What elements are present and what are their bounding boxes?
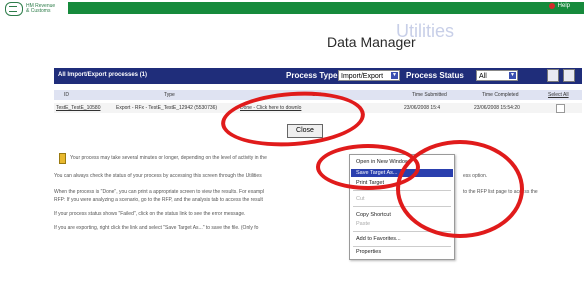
col-id: ID: [64, 92, 69, 98]
hmrc-logo: HM Revenue & Customs: [5, 1, 63, 16]
menu-add-to-favorites[interactable]: Add to Favorites...: [356, 236, 401, 242]
menu-cut[interactable]: Cut: [356, 196, 365, 202]
page-title: Data Manager: [327, 34, 416, 50]
process-type-select[interactable]: Import/Export ▼: [338, 70, 400, 81]
info-text-2: You can always check the status of your …: [54, 173, 262, 179]
top-banner: HM Revenue & Customs Help: [0, 0, 586, 17]
row-select-checkbox[interactable]: [556, 104, 565, 113]
menu-save-target-as[interactable]: Save Target As...: [351, 169, 453, 177]
process-type: Export - RFx - TestE_TestE_12942 (553073…: [116, 105, 218, 111]
menu-open-new-window[interactable]: Open in New Window: [356, 159, 409, 165]
col-status: Status: [312, 92, 327, 98]
close-button[interactable]: Close: [287, 124, 323, 138]
process-status-value: All: [479, 73, 487, 80]
table-column-headers: ID Type Status Time Submitted Time Compl…: [54, 90, 582, 100]
menu-separator: [353, 206, 451, 207]
col-type: Type: [164, 92, 175, 98]
menu-copy-shortcut[interactable]: Copy Shortcut: [356, 212, 391, 218]
pencil-icon: [59, 153, 66, 164]
table-title: All Import/Export processes (1): [58, 72, 148, 78]
chevron-down-icon: ▼: [391, 72, 398, 79]
info-text-5: If your process status shows "Failed", c…: [54, 211, 246, 217]
logo-line2: & Customs: [26, 7, 51, 14]
col-time-completed: Time Completed: [482, 92, 519, 98]
info-text-2-tail: ess option.: [463, 173, 488, 179]
select-all-link[interactable]: Select All: [548, 92, 569, 98]
time-submitted: 23/06/2008 15:4: [404, 105, 441, 111]
info-text-3-tail: to the RFP list page to access the: [463, 189, 538, 195]
info-text-4: RFP: If you were analyzing a scenario, g…: [54, 197, 263, 203]
info-text-1: Your process may take several minutes or…: [70, 155, 267, 161]
menu-properties[interactable]: Properties: [356, 249, 381, 255]
menu-separator: [353, 231, 451, 232]
table-toolbar: All Import/Export processes (1) Process …: [54, 68, 582, 84]
context-menu: Open in New Window Save Target As... Pri…: [349, 154, 455, 260]
process-type-label: Process Type: [286, 71, 338, 80]
header-bar: Help: [68, 2, 584, 14]
process-status-select[interactable]: All ▼: [476, 70, 518, 81]
process-status-label: Process Status: [406, 71, 464, 80]
info-text-3: When the process is "Done", you can prin…: [54, 189, 265, 195]
help-label: Help: [557, 3, 570, 9]
crown-logo-icon: [5, 1, 23, 16]
print-icon[interactable]: [563, 69, 575, 82]
menu-print-target[interactable]: Print Target: [356, 180, 384, 186]
export-icon[interactable]: [547, 69, 559, 82]
process-id-link[interactable]: TestE_TestE_10580: [56, 105, 100, 111]
time-completed: 23/06/2008 15:54:20: [474, 105, 520, 111]
table-row: TestE_TestE_10580 Export - RFx - TestE_T…: [54, 103, 582, 113]
menu-separator: [353, 246, 451, 247]
info-text-6: If you are exporting, right click the li…: [54, 225, 259, 231]
status-download-link[interactable]: Done - Click here to downlo: [240, 105, 301, 111]
help-icon: [548, 3, 555, 9]
menu-separator: [353, 190, 451, 191]
chevron-down-icon: ▼: [509, 72, 516, 79]
col-time-submitted: Time Submitted: [412, 92, 447, 98]
process-type-value: Import/Export: [341, 73, 384, 80]
help-link[interactable]: Help: [548, 3, 570, 9]
menu-paste[interactable]: Paste: [356, 221, 370, 227]
